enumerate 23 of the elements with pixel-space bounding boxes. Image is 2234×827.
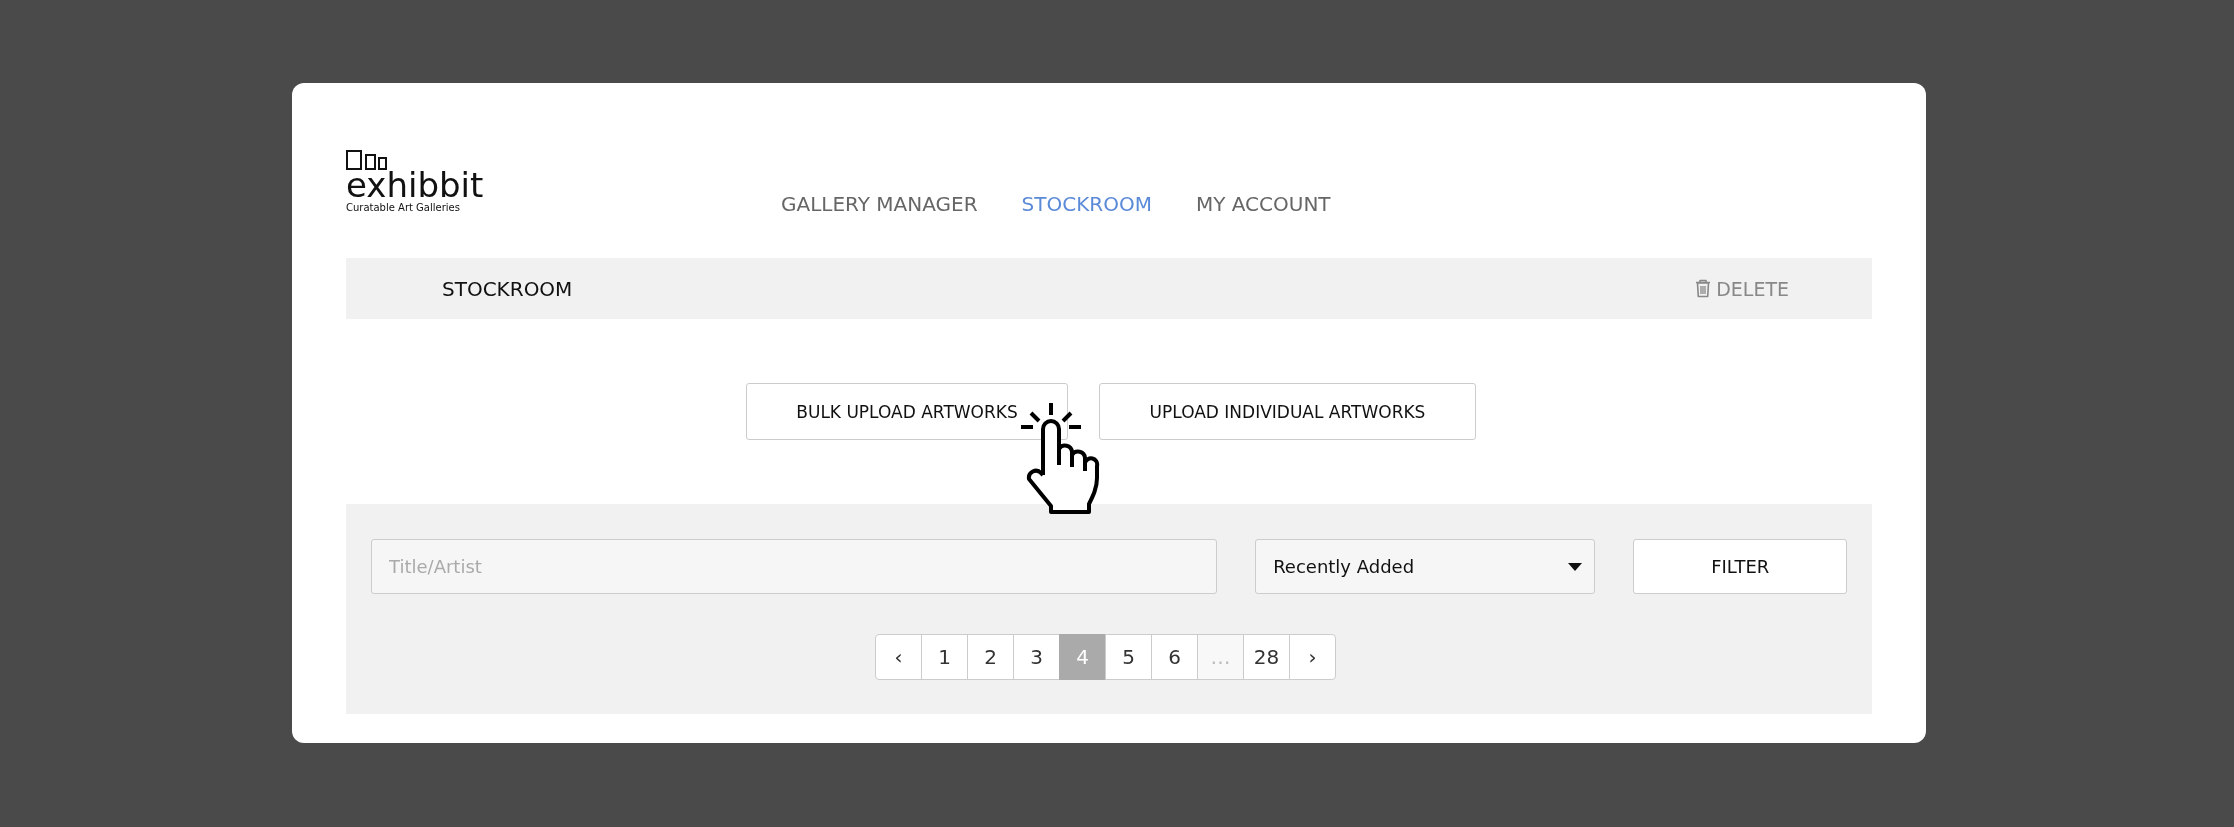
trash-icon (1695, 279, 1712, 298)
nav-link[interactable]: MY ACCOUNT (1195, 192, 1331, 216)
nav-link[interactable]: GALLERY MANAGER (781, 192, 978, 216)
search-field[interactable]: Title/Artist (371, 539, 1218, 594)
page-ellipsis: … (1197, 634, 1244, 680)
upload-button[interactable]: BULK UPLOAD ARTWORKS (746, 383, 1068, 440)
upload-button[interactable]: UPLOAD INDIVIDUAL ARTWORKS (1099, 383, 1476, 440)
section-title: STOCKROOM (442, 276, 573, 301)
page-button[interactable]: 3 (1013, 634, 1060, 680)
previous-page-button[interactable]: ‹ (875, 634, 922, 680)
page-button[interactable]: 6 (1151, 634, 1198, 680)
sort-dropdown[interactable]: Recently Added (1255, 539, 1596, 594)
page-button[interactable]: 5 (1105, 634, 1152, 680)
pointing-hand-cursor-icon (1021, 403, 1101, 515)
caret-icon (1568, 562, 1583, 571)
logo-tagline: Curatable Art Galleries (346, 202, 461, 213)
page-button[interactable]: 1 (921, 634, 968, 680)
next-page-button[interactable]: › (1289, 634, 1336, 680)
page-button[interactable]: 28 (1243, 634, 1290, 680)
frames-logo-icon (346, 150, 388, 170)
page-button[interactable]: 2 (967, 634, 1014, 680)
filter-button[interactable]: FILTER (1633, 539, 1847, 594)
logo-wordmark: exhibbit (346, 170, 485, 200)
